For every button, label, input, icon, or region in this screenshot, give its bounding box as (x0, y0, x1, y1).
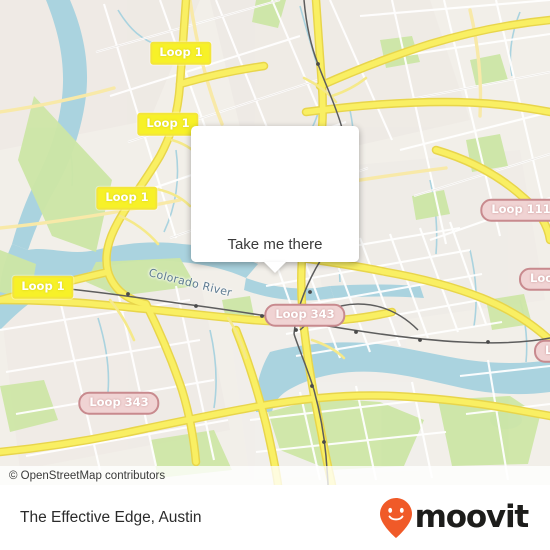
attribution-text: © OpenStreetMap contributors (9, 469, 166, 482)
road-badge-loop-1-south[interactable]: Loop 1 (96, 186, 158, 210)
footer-bar: The Effective Edge, Austin moovit (0, 485, 550, 550)
map-canvas[interactable]: Colorado River Loop 1 Loop 1 Loop 1 Loop… (0, 0, 550, 485)
popup-image-header (191, 126, 359, 226)
moovit-brand-logo[interactable]: moovit (379, 497, 530, 539)
popup-pointer-tail (264, 262, 286, 273)
road-badge-loop-343-southwest[interactable]: Loop 343 (78, 391, 160, 415)
road-badge-loop-111-east[interactable]: Loop 111 (480, 198, 550, 222)
road-badge-loop-1-north[interactable]: Loop 1 (150, 41, 212, 65)
take-me-there-button[interactable]: Take me there (191, 226, 359, 262)
map-attribution[interactable]: © OpenStreetMap contributors (0, 466, 550, 485)
place-popup-card[interactable]: Take me there (191, 126, 359, 273)
road-badge-loop-343-center[interactable]: Loop 343 (264, 303, 346, 327)
moovit-pin-smiley-icon (379, 497, 412, 538)
moovit-wordmark: moovit (414, 499, 530, 535)
road-badge-loop-edge-lower[interactable]: L (534, 339, 550, 363)
place-title: The Effective Edge, Austin (20, 508, 202, 526)
road-badge-loop-edge-upper[interactable]: Loop (519, 267, 550, 291)
take-me-there-label: Take me there (227, 235, 323, 253)
road-badge-loop-1-mid[interactable]: Loop 1 (137, 112, 199, 136)
map-screenshot: Colorado River Loop 1 Loop 1 Loop 1 Loop… (0, 0, 550, 550)
location-pin-icon (252, 146, 298, 205)
road-badge-loop-1-west[interactable]: Loop 1 (12, 275, 74, 299)
